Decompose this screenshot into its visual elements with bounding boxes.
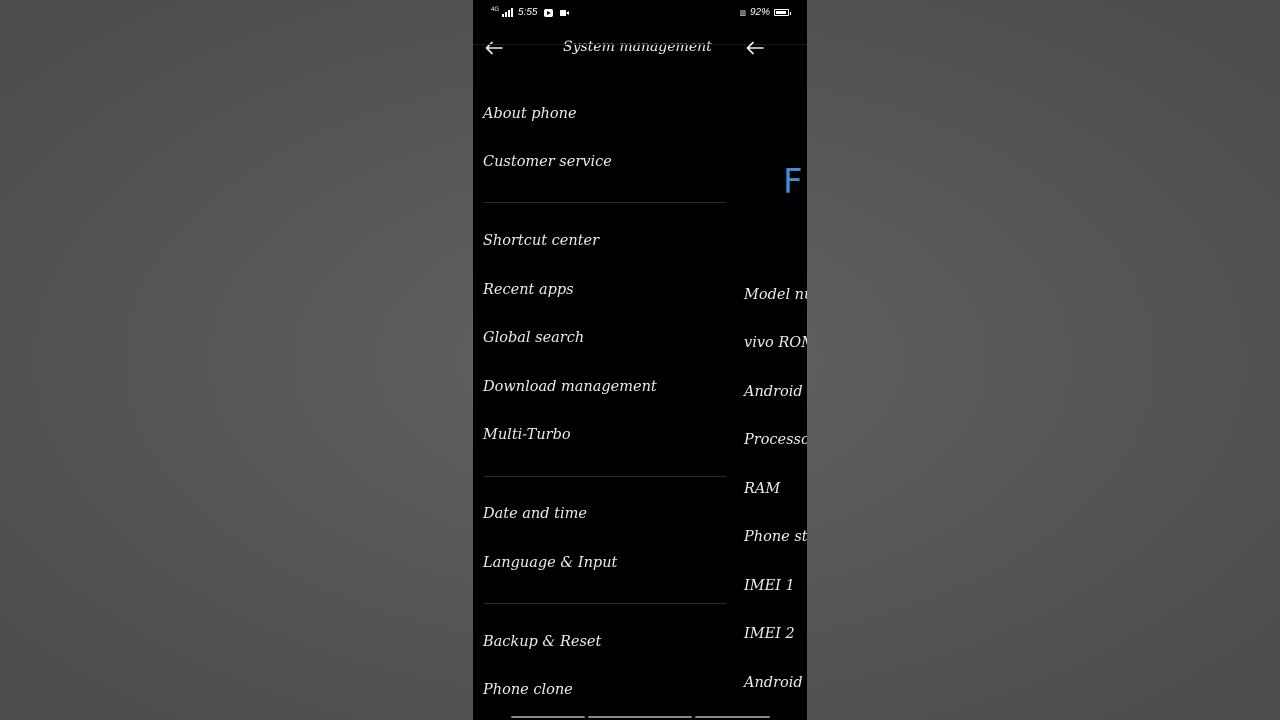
menu-item-date-and-time[interactable]: Date and time bbox=[483, 506, 587, 522]
menu-item-language-input[interactable]: Language & Input bbox=[483, 555, 617, 571]
info-imei-1[interactable]: IMEI 1 bbox=[744, 578, 795, 594]
arrow-left-icon bbox=[746, 41, 764, 55]
menu-item-global-search[interactable]: Global search bbox=[483, 330, 584, 346]
status-bar: 4G 5:55 ▥ 92% bbox=[473, 0, 807, 26]
info-ram[interactable]: RAM bbox=[744, 481, 780, 497]
nav-hint-left bbox=[511, 716, 585, 718]
status-right: ▥ 92% bbox=[739, 7, 791, 18]
about-back-button[interactable] bbox=[743, 36, 767, 60]
info-phone-storage[interactable]: Phone sto bbox=[744, 529, 807, 545]
group-divider bbox=[483, 603, 726, 604]
youtube-icon bbox=[544, 8, 554, 17]
menu-item-backup-reset[interactable]: Backup & Reset bbox=[483, 634, 601, 650]
group-divider bbox=[483, 476, 726, 477]
network-type: 4G bbox=[491, 7, 500, 13]
signal-icon bbox=[502, 8, 514, 17]
menu-item-download-management[interactable]: Download management bbox=[483, 379, 657, 395]
battery-icon bbox=[774, 9, 791, 16]
about-phone-pane: F Model nu vivo ROM Android v Processo R… bbox=[735, 26, 807, 720]
os-logo: F bbox=[783, 162, 803, 202]
nav-hint-center[interactable] bbox=[588, 716, 692, 718]
menu-item-multi-turbo[interactable]: Multi-Turbo bbox=[483, 427, 571, 443]
nav-hint-right bbox=[695, 716, 770, 718]
info-imei-2[interactable]: IMEI 2 bbox=[744, 626, 795, 642]
menu-item-recent-apps[interactable]: Recent apps bbox=[483, 282, 574, 298]
menu-item-about-phone[interactable]: About phone bbox=[483, 106, 577, 122]
page-title: System management bbox=[563, 39, 712, 55]
battery-percent: 92% bbox=[749, 7, 770, 18]
info-model-number[interactable]: Model nu bbox=[744, 287, 807, 303]
menu-item-customer-service[interactable]: Customer service bbox=[483, 154, 612, 170]
video-camera-icon bbox=[560, 9, 570, 16]
status-left: 4G 5:55 bbox=[491, 7, 570, 18]
system-management-pane: System management About phone Customer s… bbox=[473, 26, 735, 720]
info-android-version[interactable]: Android v bbox=[744, 384, 807, 400]
menu-item-shortcut-center[interactable]: Shortcut center bbox=[483, 233, 599, 249]
status-time: 5:55 bbox=[518, 7, 538, 18]
group-divider bbox=[483, 202, 726, 203]
info-processor[interactable]: Processo bbox=[744, 432, 807, 448]
phone-screen: 4G 5:55 ▥ 92% System management About ph… bbox=[473, 0, 807, 720]
volte-icon: ▥ bbox=[739, 9, 746, 17]
battery-fill bbox=[776, 11, 787, 14]
info-vivo-rom[interactable]: vivo ROM bbox=[744, 335, 807, 351]
back-button[interactable] bbox=[482, 36, 506, 60]
menu-item-phone-clone[interactable]: Phone clone bbox=[483, 682, 573, 698]
info-android-security[interactable]: Android s bbox=[744, 675, 807, 691]
